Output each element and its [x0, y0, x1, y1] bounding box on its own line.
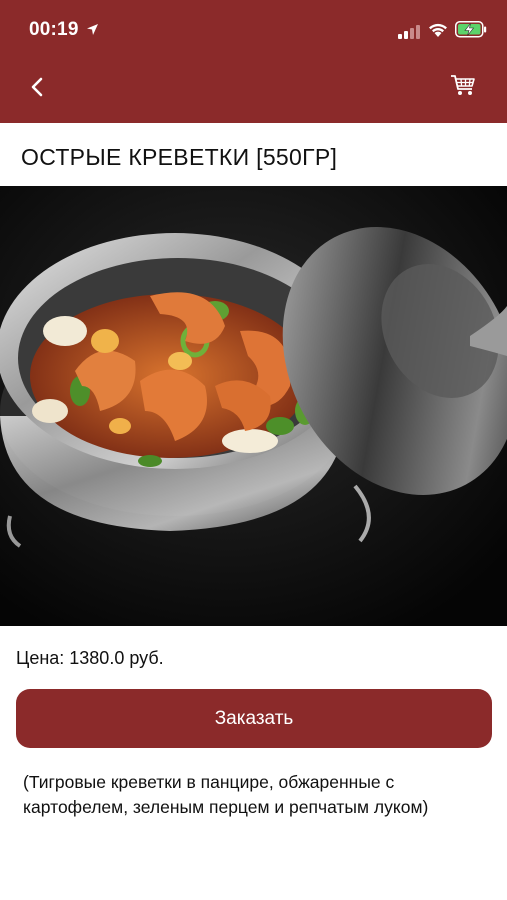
- product-price: Цена: 1380.0 руб.: [16, 648, 164, 668]
- product-photo: [0, 186, 507, 626]
- location-arrow-icon: [87, 24, 98, 35]
- cellular-signal-icon: [398, 25, 420, 39]
- battery-charging-icon: [455, 21, 487, 38]
- product-description: (Тигровые креветки в панцире, обжаренные…: [23, 772, 429, 817]
- cart-button[interactable]: [448, 70, 478, 100]
- app-header: 00:19: [0, 0, 507, 123]
- shrimp-dish-image: [0, 186, 507, 626]
- status-time: 00:19: [29, 19, 79, 40]
- shopping-cart-icon: [451, 75, 475, 95]
- order-button[interactable]: Заказать: [16, 689, 492, 748]
- wifi-icon: [429, 23, 447, 37]
- chevron-left-icon: [31, 77, 43, 97]
- product-title: ОСТРЫЕ КРЕВЕТКИ [550ГР]: [21, 144, 338, 170]
- back-button[interactable]: [24, 72, 54, 102]
